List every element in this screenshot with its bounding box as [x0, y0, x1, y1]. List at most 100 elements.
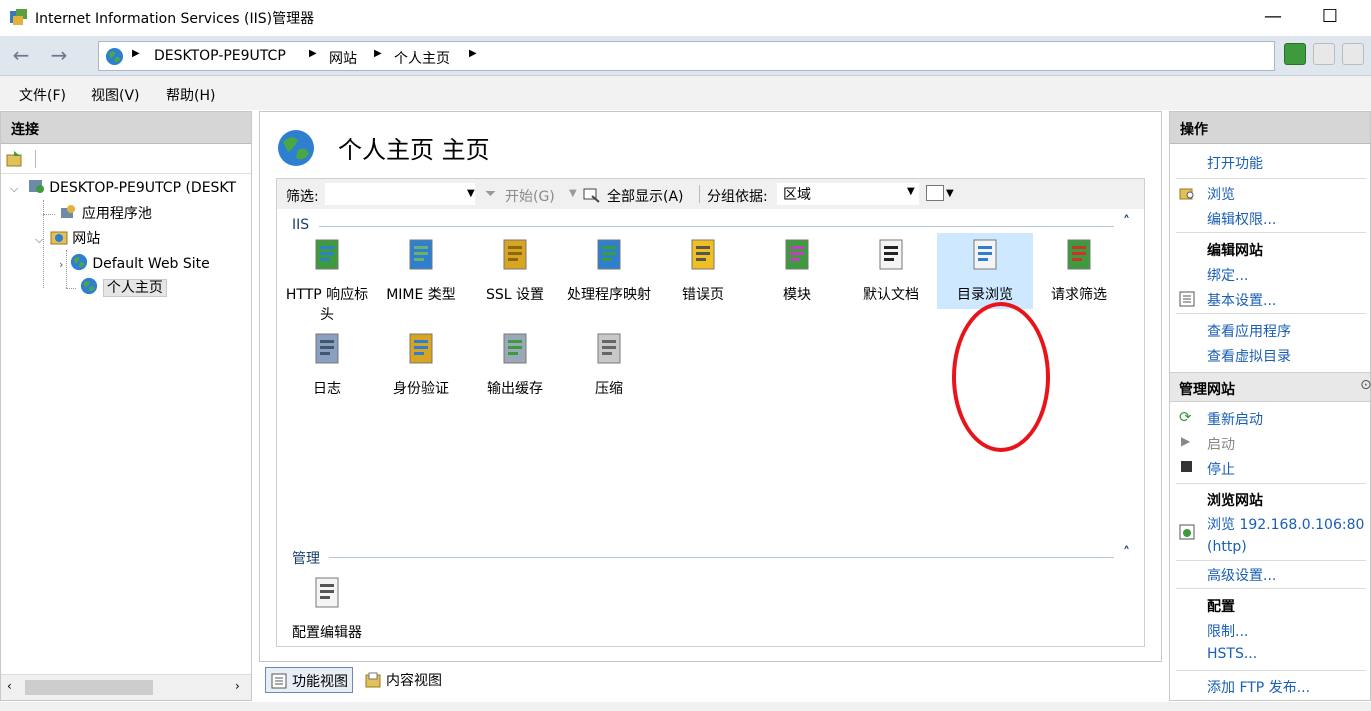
- breadcrumb-site[interactable]: 个人主页: [394, 48, 450, 68]
- horizontal-scrollbar[interactable]: ‹ ›: [1, 674, 251, 700]
- feature-label: 目录浏览: [957, 287, 1013, 303]
- action-edit-permissions[interactable]: 编辑权限...: [1207, 209, 1276, 229]
- feature-label: 身份验证: [393, 381, 449, 397]
- tab-features-view[interactable]: 功能视图: [265, 667, 353, 693]
- feature-http-response-headers[interactable]: HTTP 响应标头: [279, 233, 375, 329]
- feature-handler-mappings[interactable]: 处理程序映射: [561, 233, 657, 309]
- action-view-applications[interactable]: 查看应用程序: [1207, 321, 1291, 341]
- http-response-headers-icon: [315, 239, 339, 270]
- feature-error-pages[interactable]: 错误页: [655, 233, 751, 309]
- address-bar[interactable]: ▶ DESKTOP-PE9UTCP ▶ 网站 ▶ 个人主页 ▶: [98, 41, 1275, 71]
- show-all-icon: [583, 188, 600, 203]
- action-restart[interactable]: 重新启动: [1207, 409, 1263, 429]
- feature-label: 输出缓存: [487, 381, 543, 397]
- globe-icon: [105, 47, 124, 66]
- logging-icon: [315, 333, 339, 364]
- start-dropdown-icon[interactable]: ▼: [569, 188, 577, 199]
- configuration-editor-icon: [315, 577, 339, 608]
- expand-chevron-icon[interactable]: ›: [59, 258, 63, 271]
- collapse-icon[interactable]: ⊙: [1360, 377, 1371, 393]
- feature-default-document[interactable]: 默认文档: [843, 233, 939, 309]
- stop-icon[interactable]: [1313, 43, 1335, 65]
- tree-personal-site[interactable]: 个人主页: [66, 277, 167, 299]
- collapse-chevron-icon[interactable]: ⌵: [10, 182, 18, 195]
- tab-content-view-label: 内容视图: [386, 673, 442, 689]
- address-row: ← → ▶ DESKTOP-PE9UTCP ▶ 网站 ▶ 个人主页 ▶: [0, 36, 1371, 76]
- scroll-thumb[interactable]: [25, 680, 153, 695]
- feature-label: HTTP 响应标头: [285, 287, 369, 323]
- groupby-dropdown-icon[interactable]: ▼: [907, 186, 915, 197]
- feature-mime-types[interactable]: MIME 类型: [373, 233, 469, 309]
- feature-request-filtering[interactable]: 请求筛选: [1031, 233, 1127, 309]
- feature-configuration-editor[interactable]: 配置编辑器: [279, 571, 375, 647]
- scroll-left-icon[interactable]: ‹: [7, 679, 12, 693]
- action-open-feature[interactable]: 打开功能: [1207, 153, 1263, 173]
- section-divider: [329, 557, 1114, 558]
- view-mode-icon[interactable]: [926, 185, 944, 201]
- tab-content-view[interactable]: 内容视图: [360, 667, 446, 693]
- feature-modules[interactable]: 模块: [749, 233, 845, 309]
- group-edit-site: 编辑网站: [1207, 243, 1263, 259]
- action-view-virtual-dirs[interactable]: 查看虚拟目录: [1207, 346, 1291, 366]
- breadcrumb-separator-icon: ▶: [374, 48, 382, 59]
- action-limits[interactable]: 限制...: [1207, 621, 1248, 641]
- forward-arrow-icon[interactable]: →: [44, 42, 74, 70]
- menu-help[interactable]: 帮助(H): [166, 85, 215, 105]
- action-separator: [1176, 588, 1366, 589]
- feature-label: 请求筛选: [1051, 287, 1107, 303]
- action-basic-settings[interactable]: 基本设置...: [1207, 290, 1276, 310]
- feature-authentication[interactable]: 身份验证: [373, 327, 469, 403]
- refresh-icon[interactable]: [1284, 43, 1306, 65]
- connect-icon[interactable]: [6, 150, 26, 168]
- feature-directory-browsing[interactable]: 目录浏览: [937, 233, 1033, 309]
- actions-panel: 操作 打开功能 浏览 编辑权限... 编辑网站 绑定... 基本设置... 查看…: [1169, 111, 1371, 701]
- feature-ssl-lock[interactable]: SSL 设置: [467, 233, 563, 309]
- tree-apppools[interactable]: 应用程序池: [43, 203, 152, 225]
- action-bindings[interactable]: 绑定...: [1207, 265, 1248, 285]
- feature-label: MIME 类型: [386, 287, 456, 303]
- menu-file[interactable]: 文件(F): [19, 85, 66, 105]
- feature-output-caching[interactable]: 输出缓存: [467, 327, 563, 403]
- connections-toolbar: [1, 144, 251, 174]
- view-mode-dropdown-icon[interactable]: ▼: [946, 188, 954, 199]
- groupby-select[interactable]: 区域 ▼: [777, 183, 919, 205]
- tree-personal-site-label: 个人主页: [102, 279, 167, 297]
- breadcrumb-server[interactable]: DESKTOP-PE9UTCP: [154, 48, 286, 64]
- back-arrow-icon[interactable]: ←: [6, 42, 36, 70]
- toolbar-divider: [35, 150, 36, 168]
- home-icon[interactable]: [1342, 43, 1364, 65]
- minimize-button[interactable]: —: [1261, 6, 1285, 30]
- maximize-button[interactable]: ☐: [1318, 6, 1342, 30]
- action-separator: [1176, 178, 1366, 179]
- explore-folder-icon: [1179, 188, 1194, 200]
- authentication-icon: [409, 333, 433, 364]
- title-bar: Internet Information Services (IIS)管理器 —…: [0, 0, 1371, 36]
- action-separator: [1176, 483, 1366, 484]
- feature-label: 错误页: [682, 287, 724, 303]
- action-explore[interactable]: 浏览: [1207, 184, 1235, 204]
- show-all-button[interactable]: 全部显示(A): [607, 186, 684, 206]
- action-separator: [1176, 670, 1366, 671]
- scroll-right-icon[interactable]: ›: [235, 679, 240, 693]
- features-area: IIS ˄ HTTP 响应标头 MIME 类型 SSL 设置 处理程序映射 错误页 模块默…: [276, 209, 1145, 647]
- action-hsts[interactable]: HSTS...: [1207, 646, 1257, 662]
- filter-input[interactable]: [325, 183, 475, 205]
- section-management-collapse-icon[interactable]: ˄: [1123, 545, 1130, 561]
- menu-view[interactable]: 视图(V): [91, 85, 140, 105]
- collapse-chevron-icon[interactable]: ⌵: [35, 233, 43, 246]
- breadcrumb-sites[interactable]: 网站: [329, 48, 357, 68]
- action-add-ftp[interactable]: 添加 FTP 发布...: [1207, 677, 1310, 697]
- tree-sites-label: 网站: [72, 231, 101, 247]
- breadcrumb-separator-icon: ▶: [469, 48, 477, 59]
- feature-compression[interactable]: 压缩: [561, 327, 657, 403]
- actions-header: 操作: [1170, 112, 1370, 144]
- tree-sites[interactable]: ⌵ 网站: [35, 228, 100, 250]
- action-advanced-settings[interactable]: 高级设置...: [1207, 565, 1276, 585]
- tree-default-site[interactable]: › Default Web Site: [59, 253, 210, 275]
- filter-dropdown-icon[interactable]: ▼: [467, 188, 475, 199]
- feature-logging[interactable]: 日志: [279, 327, 375, 403]
- action-browse-link[interactable]: 浏览 192.168.0.106:80 (http): [1207, 514, 1367, 558]
- tree-server[interactable]: ⌵ DESKTOP-PE9UTCP (DESKT: [10, 178, 236, 200]
- start-button[interactable]: 开始(G): [505, 186, 555, 206]
- action-stop[interactable]: 停止: [1207, 459, 1235, 479]
